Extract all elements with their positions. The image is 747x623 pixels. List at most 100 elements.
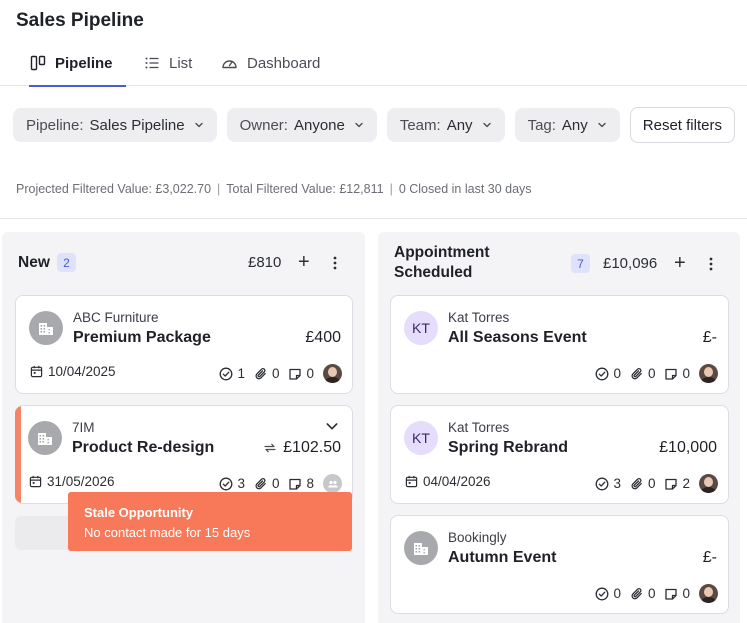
notes-stat: 0 [288, 366, 314, 381]
page-title: Sales Pipeline [16, 10, 144, 31]
chevron-down-icon [193, 119, 205, 131]
calendar-icon [405, 475, 418, 488]
owner-filter[interactable]: Owner: Anyone [226, 108, 377, 142]
more-options-icon[interactable] [333, 255, 337, 276]
total-value: Total Filtered Value: £12,811 [226, 182, 384, 196]
attachments-count: 0 [271, 366, 280, 381]
separator: | [217, 182, 221, 196]
more-options-icon[interactable] [709, 256, 713, 277]
deal-value-text: £- [702, 329, 717, 346]
column-total: £810 [248, 254, 282, 271]
owner-avatar[interactable] [699, 474, 718, 493]
view-tabs: Pipeline List Dashboard [0, 40, 747, 87]
card-stats: 1 0 0 [219, 364, 342, 383]
calendar-icon [29, 475, 42, 488]
column-title: New [18, 254, 50, 271]
divider [0, 218, 747, 219]
notes-stat: 2 [664, 476, 690, 491]
attachments-count: 0 [647, 476, 656, 491]
column-title-line: Scheduled [394, 264, 473, 281]
tasks-count: 3 [613, 476, 621, 491]
pipeline-summary: Projected Filtered Value: £3,022.70 | Tota… [16, 182, 532, 196]
filter-label: Owner: [239, 116, 288, 134]
filter-value: Any [561, 116, 588, 134]
tag-filter[interactable]: Tag: Any [514, 108, 620, 142]
tab-dashboard[interactable]: Dashboard [221, 40, 320, 86]
deal-name: Autumn Event [448, 549, 557, 566]
stage-column-appointment-scheduled: Appointment Scheduled 7 £10,096 + KT Kat… [378, 232, 740, 623]
separator: | [389, 182, 393, 196]
deal-value: £10,000 [659, 439, 717, 457]
check-circle-icon [219, 367, 233, 381]
team-filter[interactable]: Team: Any [386, 108, 505, 142]
card-stats: 3 0 2 [595, 474, 718, 493]
owner-avatar[interactable] [323, 364, 342, 383]
deal-name: Product Re-design [72, 439, 215, 456]
attachments-count: 0 [647, 586, 656, 601]
note-icon [288, 367, 302, 381]
deal-card[interactable]: ABC Furniture Premium Package £400 10/04… [15, 295, 353, 394]
reset-filters-button[interactable]: Reset filters [629, 107, 735, 143]
check-circle-icon [595, 587, 609, 601]
close-date-text: 31/05/2026 [47, 474, 115, 489]
close-date-text: 10/04/2025 [48, 364, 116, 379]
tasks-stat: 0 [595, 586, 621, 601]
tab-label: List [169, 54, 193, 72]
tooltip-message: No contact made for 15 days [84, 525, 251, 540]
card-stats: 0 0 0 [595, 584, 718, 603]
count-badge: 2 [57, 253, 76, 272]
pipeline-filter[interactable]: Pipeline: Sales Pipeline [13, 108, 217, 142]
contact-name: Kat Torres [448, 420, 510, 435]
team-icon[interactable] [323, 474, 342, 493]
tab-list[interactable]: List [144, 40, 192, 86]
notes-count: 0 [682, 366, 690, 381]
add-deal-button[interactable]: + [298, 252, 310, 272]
calendar-icon [30, 365, 43, 378]
projected-value: Projected Filtered Value: £3,022.70 [16, 182, 212, 196]
attachments-stat: 0 [630, 586, 656, 601]
close-date-text: 04/04/2026 [423, 474, 491, 489]
notes-count: 0 [306, 366, 314, 381]
chevron-down-icon [353, 119, 365, 131]
tasks-count: 0 [613, 366, 621, 381]
deal-card[interactable]: KT Kat Torres Spring Rebrand £10,000 04/… [390, 405, 729, 504]
attachments-stat: 0 [630, 366, 655, 381]
check-circle-icon [595, 367, 609, 381]
list-icon [144, 55, 160, 71]
note-icon [288, 477, 302, 491]
filter-value: Any [446, 116, 473, 134]
company-name: Bookingly [448, 530, 507, 545]
column-title: Appointment Scheduled [394, 243, 490, 283]
column-header: New 2 £810 + [2, 232, 365, 290]
deal-value: £- [703, 549, 717, 567]
filter-label: Team: [399, 116, 441, 134]
owner-avatar[interactable] [699, 584, 718, 603]
tasks-count: 1 [237, 366, 245, 381]
note-icon [664, 477, 678, 491]
company-name: 7IM [72, 420, 95, 435]
attachments-count: 0 [271, 476, 280, 491]
tasks-count: 0 [613, 586, 621, 601]
columns-icon [30, 55, 46, 71]
building-icon [404, 531, 438, 565]
deal-card[interactable]: KT Kat Torres All Seasons Event £- 0 0 0 [390, 295, 729, 394]
column-total: £10,096 [603, 255, 658, 272]
paperclip-icon [630, 587, 644, 601]
deal-value: £- [703, 329, 717, 347]
chevron-down-icon[interactable] [324, 418, 340, 439]
company-name: ABC Furniture [73, 310, 159, 325]
column-title-line: Appointment [394, 244, 490, 261]
note-icon [664, 367, 678, 381]
deal-name: All Seasons Event [448, 329, 587, 346]
tab-pipeline[interactable]: Pipeline [29, 40, 125, 87]
check-circle-icon [219, 477, 233, 491]
tasks-stat: 0 [595, 366, 621, 381]
stale-opportunity-tooltip: Stale Opportunity No contact made for 15… [68, 492, 352, 551]
stale-indicator [15, 406, 21, 503]
paperclip-icon [630, 367, 644, 381]
paperclip-icon [254, 477, 268, 491]
add-deal-button[interactable]: + [674, 253, 686, 273]
deal-card[interactable]: Bookingly Autumn Event £- 0 0 0 [390, 515, 729, 614]
owner-avatar[interactable] [699, 364, 718, 383]
deal-card-stale[interactable]: 7IM Product Re-design £102.50 31/05/2026… [15, 405, 353, 504]
